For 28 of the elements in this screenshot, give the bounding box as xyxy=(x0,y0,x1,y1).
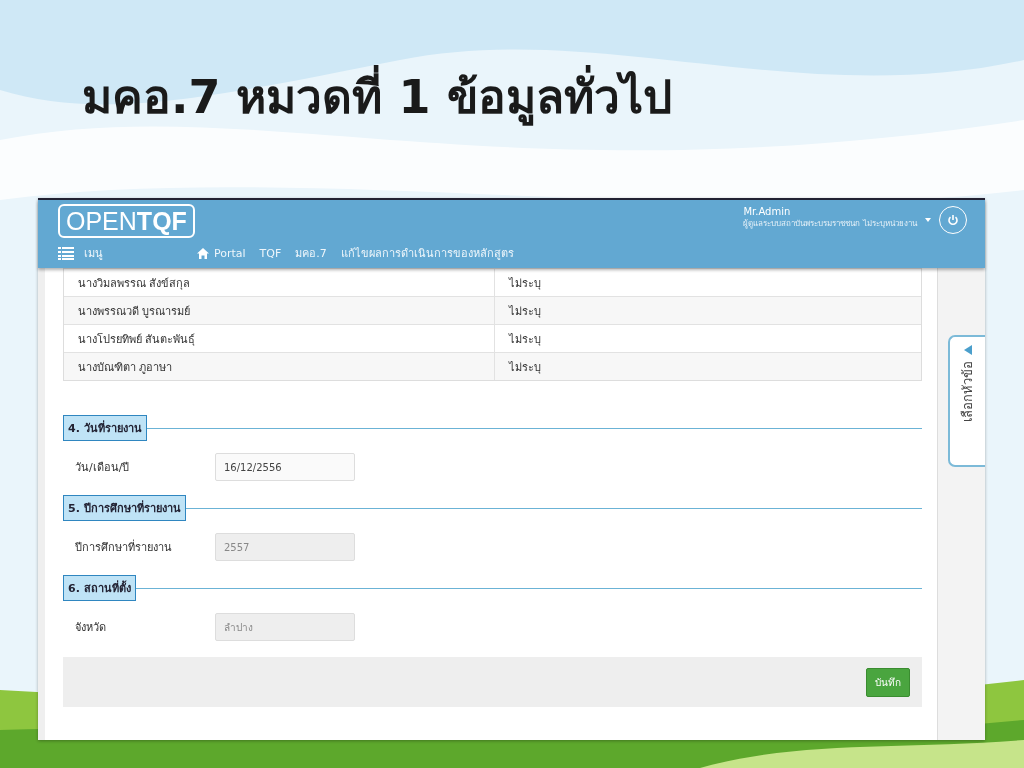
section-title: 4. วันที่รายงาน xyxy=(63,415,147,441)
caret-icon[interactable] xyxy=(925,218,931,222)
home-icon xyxy=(197,247,209,259)
logo: OPENTQF xyxy=(58,204,195,238)
breadcrumb-link[interactable]: TQF xyxy=(259,246,282,260)
field-label: ปีการศึกษาที่รายงาน xyxy=(75,538,173,556)
breadcrumb-link[interactable]: Portal xyxy=(197,246,246,260)
power-icon xyxy=(947,214,959,226)
table-cell: ไม่ระบุ xyxy=(494,353,921,380)
user-name: Mr.Admin xyxy=(743,206,792,217)
topic-tab[interactable]: เลือกหัวข้อ xyxy=(948,335,985,467)
menu-icon xyxy=(58,246,74,260)
menu-button[interactable]: เมนู xyxy=(58,244,183,262)
triangle-icon xyxy=(963,345,972,355)
breadcrumb-link[interactable]: แก้ไขผลการดำเนินการของหลักสูตร xyxy=(340,244,514,262)
table-cell-text: นางพรรณวดี บูรณารมย์ xyxy=(77,303,192,320)
slide-title: มคอ.7 หมวดที่ 1 ข้อมูลทั่วไป xyxy=(82,62,1024,132)
section-title: 5. ปีการศึกษาที่รายงาน xyxy=(63,495,186,521)
table-cell-text: นางวิมลพรรณ สังข์สกุล xyxy=(77,275,192,292)
table-cell-text: นางโปรยทิพย์ สันตะพันธุ์ xyxy=(77,331,197,348)
section-title: 6. สถานที่ตั้ง xyxy=(63,575,136,601)
table-cell-text: นางบัณฑิตา ภูอาษา xyxy=(77,359,174,376)
field-label: จังหวัด xyxy=(75,620,107,636)
save-button[interactable]: บันทึก xyxy=(866,667,910,697)
user-role: ผู้ดูแลระบบสถาบันพระบรมราชชนก ไม่ระบุหน่วยงาน xyxy=(743,218,917,230)
field-label: วัน/เดือน/ปี xyxy=(75,460,131,476)
breadcrumb-link[interactable]: มคอ.7 xyxy=(295,244,327,262)
input-field[interactable]: 16/12/2556 xyxy=(215,453,355,481)
